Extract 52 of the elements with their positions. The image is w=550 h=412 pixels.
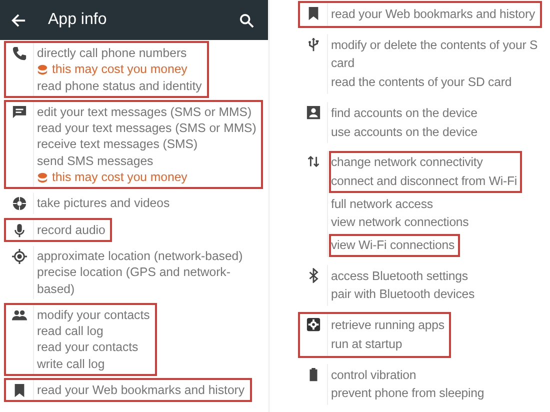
- permission-text: prevent phone from sleeping: [331, 385, 484, 402]
- back-arrow-icon[interactable]: [11, 12, 26, 28]
- permission-text: send SMS messages: [37, 152, 154, 170]
- permission-text: precise location (GPS and network-: [37, 264, 230, 281]
- microphone-icon: [12, 222, 27, 238]
- coins-icon: [37, 172, 48, 183]
- permission-text: find accounts on the device: [331, 104, 478, 122]
- cost-warning: this may cost you money: [52, 61, 188, 78]
- permission-text: approximate location (network-based): [37, 248, 243, 264]
- permission-text: control vibration: [331, 366, 416, 384]
- permission-text: view network connections: [331, 214, 469, 232]
- permission-text: view Wi-Fi connections: [331, 237, 455, 254]
- permission-text: read your contacts: [37, 339, 138, 356]
- permission-text: card: [331, 55, 355, 72]
- permission-text: read call log: [37, 323, 104, 340]
- app-bar-title: App info: [48, 11, 108, 29]
- permission-text: based): [37, 280, 75, 297]
- permission-text: take pictures and videos: [37, 195, 170, 212]
- permission-text: pair with Bluetooth devices: [331, 286, 475, 304]
- bookmark-icon: [306, 6, 321, 21]
- settings-icon: [306, 317, 321, 332]
- cost-warning: this may cost you money: [52, 169, 188, 186]
- account-icon: [306, 104, 321, 120]
- permission-text: modify or delete the contents of your S: [331, 36, 538, 54]
- permission-text: write call log: [37, 356, 105, 372]
- phone-icon: [12, 46, 27, 61]
- search-icon[interactable]: [239, 12, 254, 28]
- location-icon: [12, 248, 27, 264]
- permission-text: connect and disconnect from Wi-Fi: [331, 172, 518, 190]
- permission-text: use accounts on the device: [331, 124, 478, 141]
- permission-text: edit your text messages (SMS or MMS): [37, 104, 252, 120]
- permission-text: record audio: [37, 222, 106, 238]
- permission-text: retrieve running apps: [331, 317, 444, 334]
- permission-text: directly call phone numbers: [37, 45, 187, 62]
- people-icon: [12, 308, 27, 323]
- permission-text: read your Web bookmarks and history: [37, 382, 245, 398]
- permission-text: change network connectivity: [331, 154, 483, 172]
- bookmark-icon: [12, 383, 27, 398]
- message-icon: [12, 104, 27, 120]
- coins-icon: [37, 64, 48, 75]
- permission-text: read phone status and identity: [37, 78, 202, 94]
- permission-text: access Bluetooth settings: [331, 268, 468, 285]
- camera-icon: [12, 196, 27, 212]
- permission-text: receive text messages (SMS): [37, 136, 198, 153]
- up-down-arrows-icon: [306, 154, 321, 170]
- permission-text: read the contents of your SD card: [331, 74, 512, 92]
- usb-icon: [306, 36, 321, 52]
- permission-text: full network access: [331, 196, 433, 213]
- permission-text: read your text messages (SMS or MMS): [37, 120, 256, 136]
- permission-text: run at startup: [331, 336, 402, 353]
- permission-text: modify your contacts: [37, 306, 150, 324]
- permission-text: read your Web bookmarks and history: [331, 6, 536, 23]
